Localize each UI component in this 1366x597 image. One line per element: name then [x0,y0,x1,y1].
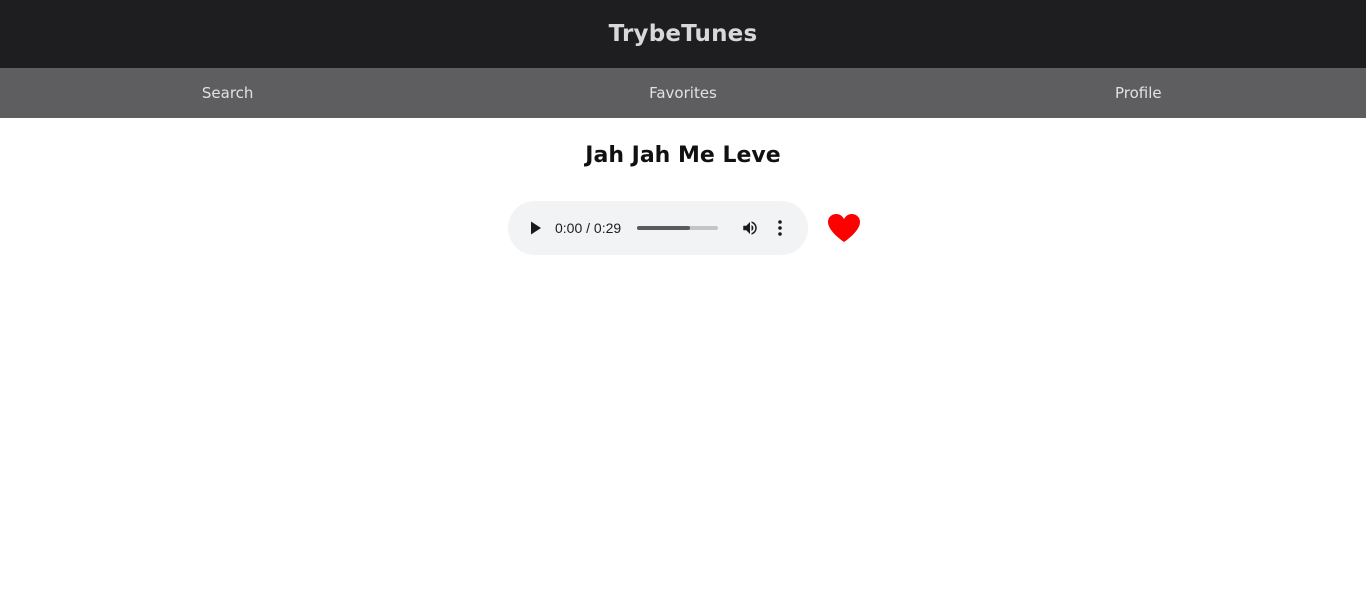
volume-icon [743,221,757,235]
app-header: TrybeTunes [0,0,1366,68]
more-options-button[interactable] [772,218,788,238]
play-button[interactable] [528,220,544,236]
nav-bar: Search Favorites Profile [0,68,1366,118]
play-icon [531,221,541,235]
audio-player: 0:00 / 0:29 [508,201,808,255]
nav-link-favorites[interactable]: Favorites [455,84,910,102]
song-title: Jah Jah Me Leve [585,143,781,168]
volume-button[interactable] [740,218,760,238]
heart-icon [828,214,860,242]
track-row: 0:00 / 0:29 [508,201,862,255]
album-content: Jah Jah Me Leve 0:00 / 0:29 [0,118,1366,255]
time-display: 0:00 / 0:29 [555,220,622,236]
nav-link-search[interactable]: Search [0,84,455,102]
more-vertical-icon [778,220,782,236]
app-title: TrybeTunes [608,21,758,47]
seek-progress [637,226,690,230]
favorite-checkbox[interactable] [826,210,862,246]
nav-link-profile[interactable]: Profile [911,84,1366,102]
seek-slider[interactable] [637,226,719,230]
